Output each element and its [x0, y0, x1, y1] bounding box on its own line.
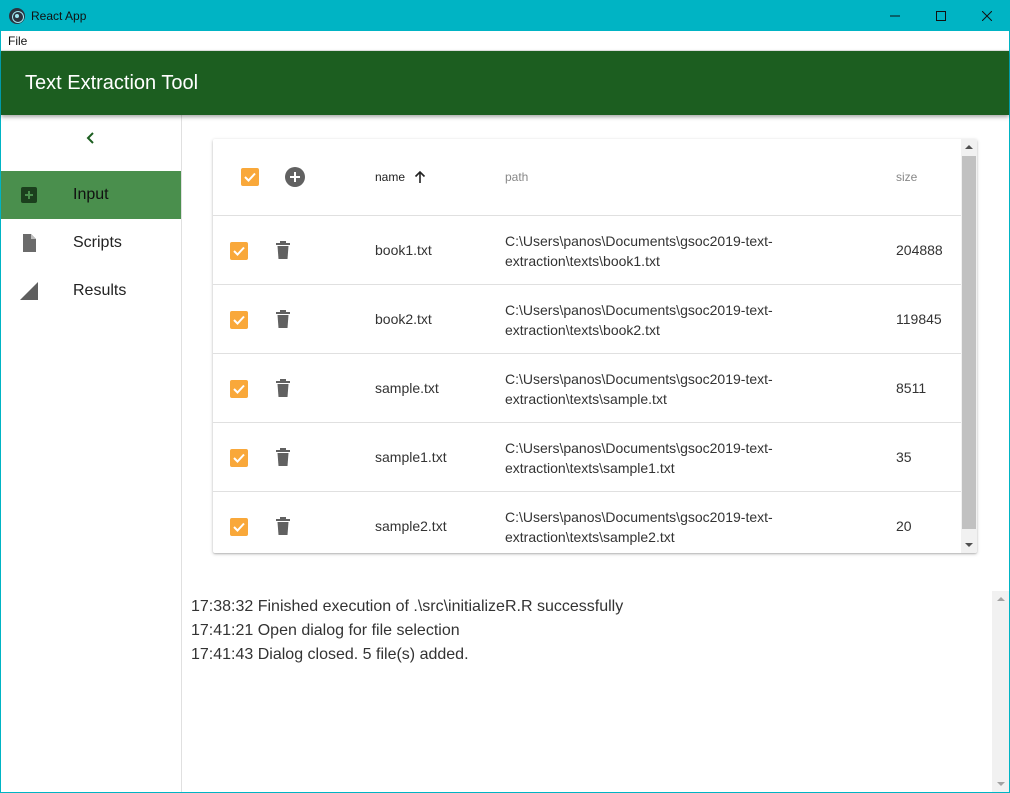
cell-size: 8511 — [896, 380, 927, 396]
add-file-icon[interactable] — [285, 167, 305, 187]
column-header-size[interactable]: size — [896, 170, 917, 184]
trash-icon[interactable] — [275, 310, 291, 328]
trash-icon[interactable] — [275, 379, 291, 397]
log-line: 17:38:32 Finished execution of .\src\ini… — [191, 598, 624, 615]
cell-size: 20 — [896, 518, 912, 534]
sidebar: Input Scripts Results — [1, 115, 182, 792]
sidebar-item-label: Input — [73, 186, 109, 203]
row-checkbox[interactable] — [230, 518, 248, 536]
sidebar-item-label: Scripts — [73, 234, 122, 251]
check-icon — [244, 172, 256, 182]
trash-icon[interactable] — [275, 448, 291, 466]
table-scrollbar[interactable] — [961, 139, 977, 553]
scroll-down-icon[interactable] — [965, 543, 973, 547]
table-row: book2.txt C:\Users\panos\Documents\gsoc2… — [213, 285, 961, 354]
sidebar-item-results[interactable]: Results — [1, 267, 181, 315]
minimize-button[interactable] — [872, 0, 918, 31]
table-row: sample2.txt C:\Users\panos\Documents\gso… — [213, 492, 961, 553]
column-header-path[interactable]: path — [505, 170, 528, 184]
window-title: React App — [31, 8, 87, 23]
scroll-up-icon[interactable] — [997, 597, 1005, 601]
cell-path: C:\Users\panos\Documents\gsoc2019-text-e… — [505, 509, 773, 545]
signal-triangle-icon — [20, 282, 38, 300]
check-icon — [233, 315, 245, 325]
add-box-icon — [21, 187, 37, 203]
menu-bar: File — [1, 31, 1009, 51]
cell-name: book2.txt — [375, 311, 432, 327]
minimize-icon — [890, 15, 900, 16]
close-icon — [982, 10, 992, 21]
scrollbar-thumb[interactable] — [962, 156, 976, 529]
check-icon — [233, 453, 245, 463]
cell-size: 204888 — [896, 242, 943, 258]
cell-path: C:\Users\panos\Documents\gsoc2019-text-e… — [505, 233, 773, 269]
cell-path: C:\Users\panos\Documents\gsoc2019-text-e… — [505, 371, 773, 407]
maximize-icon — [936, 10, 946, 21]
main-content: name path size book1.txt C:\Users\panos\… — [182, 115, 1009, 591]
table-row: sample.txt C:\Users\panos\Documents\gsoc… — [213, 354, 961, 423]
check-icon — [233, 522, 245, 532]
table-row: book1.txt C:\Users\panos\Documents\gsoc2… — [213, 216, 961, 285]
close-button[interactable] — [964, 0, 1010, 31]
row-checkbox[interactable] — [230, 449, 248, 467]
column-header-name[interactable]: name — [375, 170, 427, 184]
row-checkbox[interactable] — [230, 380, 248, 398]
log-line: 17:41:21 Open dialog for file selection — [191, 622, 460, 639]
maximize-button[interactable] — [918, 0, 964, 31]
scroll-down-icon[interactable] — [997, 782, 1005, 786]
app-title: Text Extraction Tool — [25, 72, 199, 94]
files-table: name path size book1.txt C:\Users\panos\… — [213, 139, 977, 553]
window-controls — [872, 0, 1010, 31]
check-icon — [233, 384, 245, 394]
table-row: sample1.txt C:\Users\panos\Documents\gso… — [213, 423, 961, 492]
app-bar: Text Extraction Tool — [1, 51, 1009, 115]
cell-name: sample.txt — [375, 380, 439, 396]
electron-app-icon — [9, 7, 25, 24]
sidebar-item-input[interactable]: Input — [1, 171, 181, 219]
log-panel[interactable]: 17:38:32 Finished execution of .\src\ini… — [182, 591, 1009, 792]
cell-path: C:\Users\panos\Documents\gsoc2019-text-e… — [505, 302, 773, 338]
cell-name: sample1.txt — [375, 449, 447, 465]
log-lines: 17:38:32 Finished execution of .\src\ini… — [191, 595, 623, 667]
trash-icon[interactable] — [275, 241, 291, 259]
log-scrollbar[interactable] — [992, 591, 1009, 792]
select-all-checkbox[interactable] — [241, 168, 259, 186]
file-icon — [23, 234, 36, 252]
table-header: name path size — [213, 139, 961, 216]
chevron-left-icon[interactable] — [82, 129, 100, 147]
scroll-up-icon[interactable] — [965, 145, 973, 149]
cell-size: 35 — [896, 449, 912, 465]
arrow-up-icon — [414, 170, 426, 183]
sidebar-item-label: Results — [73, 282, 127, 299]
menu-file[interactable]: File — [8, 34, 27, 48]
sidebar-item-scripts[interactable]: Scripts — [1, 219, 181, 267]
column-name-label: name — [375, 170, 406, 184]
cell-path: C:\Users\panos\Documents\gsoc2019-text-e… — [505, 440, 773, 476]
cell-name: sample2.txt — [375, 518, 447, 534]
check-icon — [233, 246, 245, 256]
row-checkbox[interactable] — [230, 311, 248, 329]
row-checkbox[interactable] — [230, 242, 248, 260]
cell-name: book1.txt — [375, 242, 432, 258]
window-titlebar[interactable]: React App — [0, 0, 1010, 31]
cell-size: 119845 — [896, 311, 942, 327]
log-line: 17:41:43 Dialog closed. 5 file(s) added. — [191, 646, 469, 663]
trash-icon[interactable] — [275, 517, 291, 535]
